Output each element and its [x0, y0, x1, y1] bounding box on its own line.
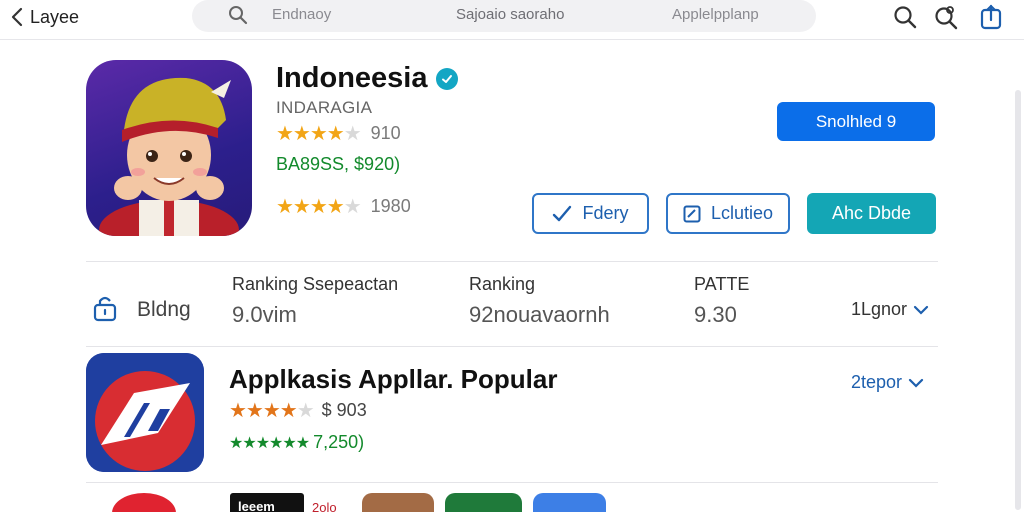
app-rating-secondary: ★★★★★ 1980 — [276, 194, 411, 219]
divider — [86, 261, 938, 262]
star-rating-icon: ★★★★★ — [229, 400, 315, 422]
popular-app-rating: ★★★★★ $ 903 — [229, 398, 367, 423]
stat-value: 92nouavaornh — [469, 302, 610, 327]
star-rating-icon: ★★★★★★ — [229, 434, 310, 452]
app-thumbnail-label: 2olo — [312, 500, 337, 512]
chevron-down-icon — [913, 305, 929, 315]
search-segment[interactable]: Applelpplanp — [672, 6, 759, 23]
more-label: 2tepor — [851, 372, 903, 392]
stat-label: Ranking Ssepeactan — [232, 274, 399, 294]
app-rating: ★★★★★ 910 — [276, 121, 401, 146]
stat-value: 9.30 — [694, 302, 737, 327]
action-button-3[interactable]: Ahc Dbde — [807, 193, 936, 234]
popular-app-reviews: ★★★★★★ 7,250) — [229, 432, 364, 453]
app-title: Indoneesia — [276, 62, 428, 94]
star-rating-icon: ★★★★★ — [276, 123, 362, 145]
app-thumbnail[interactable] — [445, 493, 522, 512]
search-segment[interactable]: Endnaoy — [272, 6, 331, 23]
search-settings-icon[interactable] — [933, 4, 959, 30]
app-price: BA89SS, $920) — [276, 154, 401, 174]
action-button-label: Fdery — [582, 203, 629, 223]
popular-app-title[interactable]: Applkasis Appllar. Popular — [229, 364, 557, 395]
character-illustration — [99, 77, 239, 236]
verified-icon — [435, 67, 458, 90]
app-subtitle: INDARAGIA — [276, 98, 373, 117]
stats-more-link[interactable]: 1Lgnor — [851, 299, 929, 320]
chevron-left-icon — [11, 7, 23, 27]
more-label: 1Lgnor — [851, 299, 908, 319]
popular-app-price: $ 903 — [321, 400, 367, 420]
top-bar: Layee Endnaoy Sajoaio saoraho Applelppla… — [0, 0, 1024, 40]
rating-count: 910 — [370, 123, 401, 143]
review-count: 7,250) — [313, 432, 365, 452]
stat-label: PATTE — [694, 274, 750, 294]
app-thumbnail[interactable]: leeem — [230, 493, 304, 512]
app-thumbnail[interactable] — [533, 493, 606, 512]
action-button-label: Lclutieo — [710, 203, 774, 223]
star-rating-icon: ★★★★★ — [276, 196, 362, 218]
stat-value: 9.0vim — [232, 302, 297, 327]
check-icon — [553, 205, 572, 221]
app-title-row: Indoneesia — [276, 62, 458, 95]
search-bar[interactable]: Endnaoy Sajoaio saoraho Applelpplanp — [192, 0, 816, 32]
primary-action-button[interactable]: Snolhled 9 — [777, 102, 935, 141]
app-thumbnail[interactable] — [112, 493, 176, 512]
app-icon — [86, 60, 252, 236]
chevron-down-icon — [908, 378, 924, 388]
edit-box-icon — [683, 205, 701, 222]
action-button-1[interactable]: Fdery — [532, 193, 649, 234]
stats-left-label[interactable]: Bldng — [137, 298, 191, 322]
divider — [86, 346, 938, 347]
popular-app-icon[interactable] — [86, 353, 204, 472]
back-button[interactable]: Layee — [10, 5, 79, 29]
search-icon — [229, 6, 248, 25]
back-label: Layee — [30, 6, 80, 27]
rating-count: 1980 — [370, 196, 411, 216]
divider — [86, 482, 938, 483]
action-button-2[interactable]: Lclutieo — [666, 193, 790, 234]
lock-icon — [93, 296, 117, 322]
search-segment[interactable]: Sajoaio saoraho — [456, 6, 564, 23]
search-icon[interactable] — [892, 4, 918, 30]
stat-label: Ranking — [469, 274, 536, 294]
scrollbar[interactable] — [1015, 90, 1021, 510]
app-logo — [86, 353, 204, 472]
share-icon[interactable] — [978, 4, 1004, 30]
popular-more-link[interactable]: 2tepor — [851, 372, 924, 393]
app-thumbnail[interactable] — [362, 493, 434, 512]
